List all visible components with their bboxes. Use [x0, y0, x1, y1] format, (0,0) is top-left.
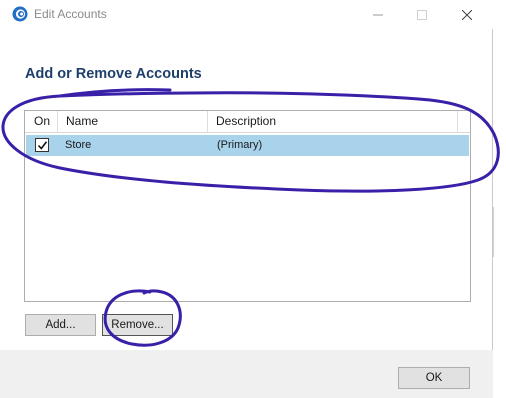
page-heading: Add or Remove Accounts — [25, 66, 202, 82]
row-name: Store — [65, 139, 92, 151]
column-header-description[interactable]: Description — [208, 111, 458, 132]
column-header-on[interactable]: On — [25, 111, 58, 132]
remove-button[interactable]: Remove... — [102, 314, 173, 336]
table-row[interactable]: Store (Primary) — [26, 135, 469, 156]
close-button[interactable] — [444, 0, 490, 29]
ok-button[interactable]: OK — [398, 367, 470, 389]
row-description: (Primary) — [217, 139, 263, 151]
app-logo-icon — [12, 6, 28, 22]
row-enabled-checkbox[interactable] — [35, 138, 49, 152]
close-icon — [462, 9, 472, 20]
window-title: Edit Accounts — [34, 7, 107, 21]
minimize-icon — [373, 14, 383, 15]
add-button[interactable]: Add... — [25, 314, 96, 336]
column-header-name[interactable]: Name — [58, 111, 208, 132]
maximize-icon — [417, 9, 427, 20]
maximize-button[interactable] — [399, 0, 445, 29]
checkmark-icon — [37, 140, 47, 150]
background-divider — [493, 207, 494, 257]
column-header-filler — [458, 111, 470, 132]
background-window-edge — [493, 0, 506, 398]
title-bar[interactable]: Edit Accounts — [0, 0, 493, 29]
minimize-button[interactable] — [355, 0, 401, 29]
list-header: On Name Description — [25, 111, 470, 133]
edit-accounts-window: Edit Accounts Add or Remove Accounts On … — [0, 0, 493, 398]
accounts-list[interactable]: On Name Description Store (Primary) — [24, 110, 471, 302]
